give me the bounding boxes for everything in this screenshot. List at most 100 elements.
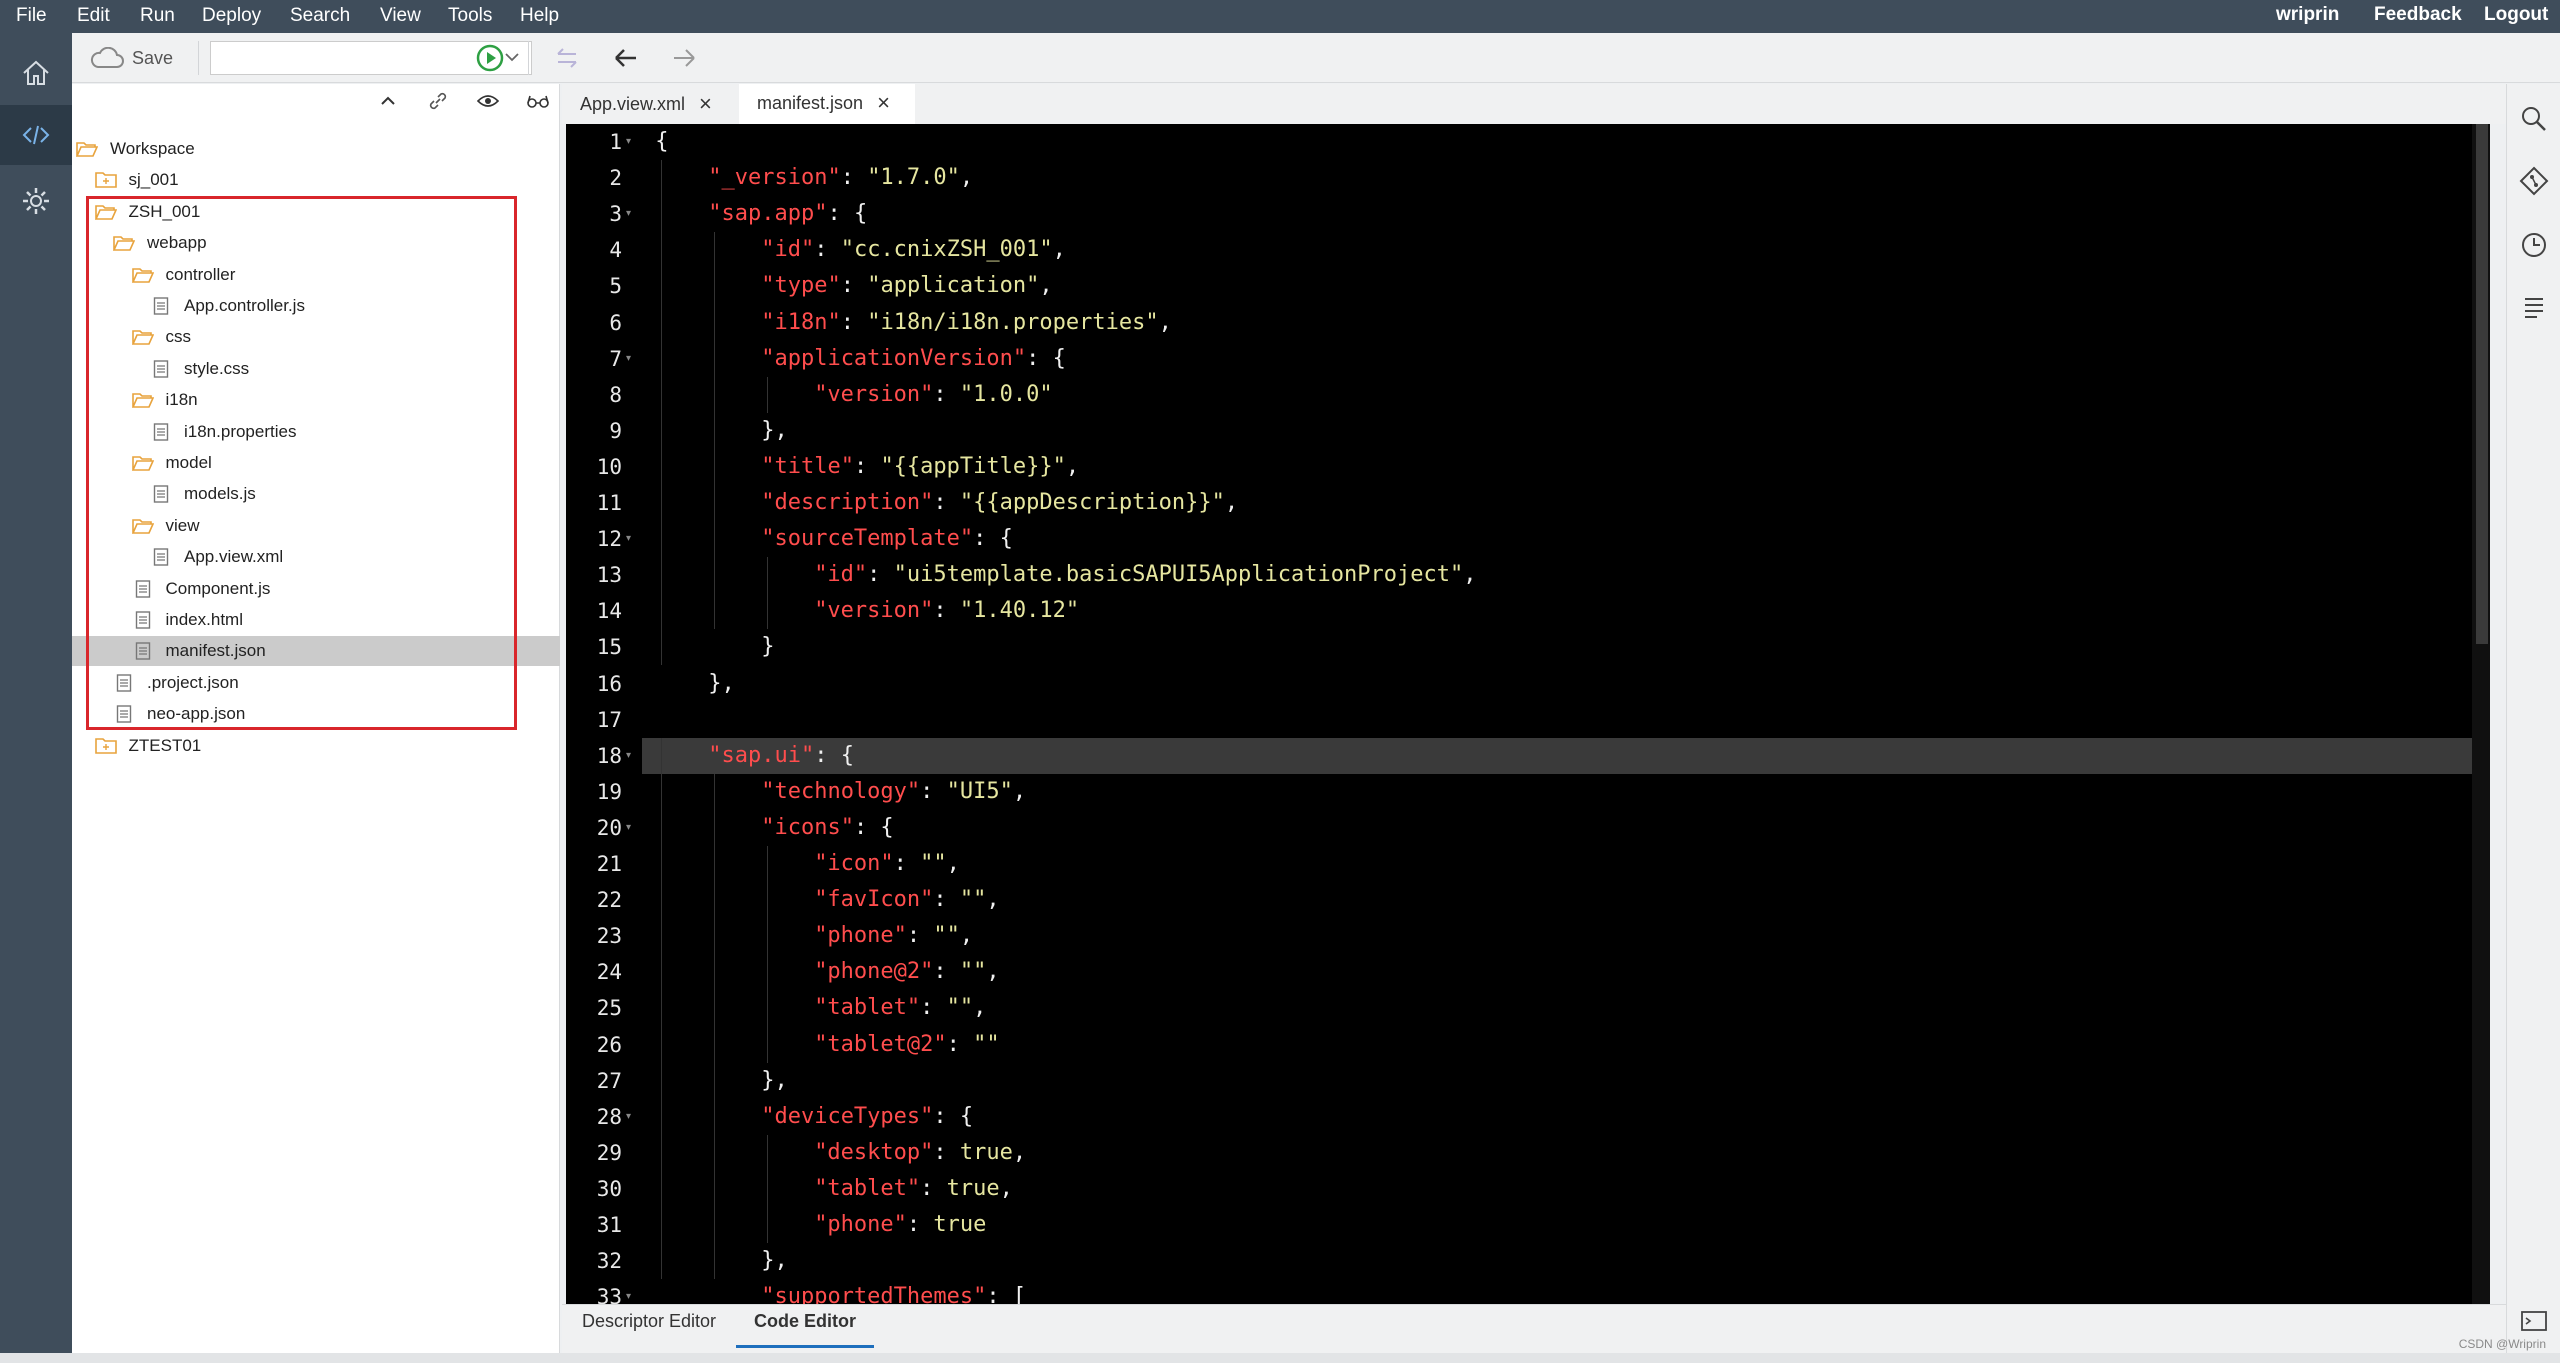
link-with-editor-button[interactable] — [425, 88, 451, 114]
fold-arrow-icon[interactable]: ▾ — [626, 533, 631, 544]
run-button[interactable] — [474, 42, 506, 74]
tree-item[interactable]: neo-app.json — [72, 699, 560, 729]
fold-arrow-icon[interactable]: ▾ — [626, 750, 631, 761]
code-line[interactable]: "title": "{{appTitle}}", — [642, 449, 2490, 485]
navigate-forward-button[interactable] — [668, 42, 700, 74]
code-line[interactable]: "i18n": "i18n/i18n.properties", — [642, 305, 2490, 341]
menu-view[interactable]: View — [380, 5, 421, 27]
console-button[interactable] — [2517, 1304, 2551, 1338]
tree-item[interactable]: Component.js — [72, 574, 560, 604]
tab-code-editor[interactable]: Code Editor — [754, 1311, 856, 1332]
fold-arrow-icon[interactable]: ▾ — [626, 353, 631, 364]
tree-item[interactable]: sj_001 — [72, 165, 560, 195]
user-name[interactable]: wriprin — [2276, 4, 2339, 26]
code-editor[interactable]: 1 ▾ 2 3 ▾ 4 5 6 7 ▾ 8 9 10 11 12 ▾ 13 14 15 16 17 18 ▾ 19 20 ▾ 21 2… — [566, 124, 2490, 1304]
preview-button[interactable] — [525, 88, 551, 114]
code-line[interactable]: "deviceTypes": { — [642, 1099, 2490, 1135]
tab-manifest-json[interactable]: manifest.json × — [739, 84, 915, 124]
code-line[interactable]: "type": "application", — [642, 268, 2490, 304]
tree-item[interactable]: App.view.xml — [72, 542, 560, 572]
home-button[interactable] — [0, 43, 72, 103]
tree-item[interactable]: i18n — [72, 385, 560, 415]
menu-search[interactable]: Search — [290, 5, 350, 27]
code-line[interactable]: "version": "1.0.0" — [642, 377, 2490, 413]
close-icon[interactable]: × — [877, 90, 890, 116]
code-line[interactable]: "tablet": "", — [642, 990, 2490, 1026]
fold-arrow-icon[interactable]: ▾ — [626, 136, 631, 147]
fold-arrow-icon[interactable]: ▾ — [626, 822, 631, 833]
code-line[interactable]: "description": "{{appDescription}}", — [642, 485, 2490, 521]
code-line[interactable]: } — [642, 629, 2490, 665]
logout-link[interactable]: Logout — [2484, 4, 2548, 26]
git-button[interactable] — [2517, 164, 2551, 198]
search-button[interactable] — [2517, 102, 2551, 136]
close-icon[interactable]: × — [699, 91, 712, 117]
code-line[interactable]: "sap.app": { — [642, 196, 2490, 232]
fold-arrow-icon[interactable]: ▾ — [626, 1111, 631, 1122]
tab-app-view-xml[interactable]: App.view.xml × — [562, 84, 722, 124]
tree-item[interactable]: controller — [72, 260, 560, 290]
collapse-all-button[interactable] — [375, 88, 401, 114]
code-line[interactable] — [642, 702, 2490, 738]
tree-item[interactable]: models.js — [72, 479, 560, 509]
feedback-link[interactable]: Feedback — [2374, 4, 2462, 26]
code-line[interactable]: "version": "1.40.12" — [642, 593, 2490, 629]
fold-arrow-icon[interactable]: ▾ — [626, 208, 631, 219]
code-line[interactable]: { — [642, 124, 2490, 160]
tree-item[interactable]: Workspace — [72, 134, 560, 164]
code-line[interactable]: }, — [642, 1243, 2490, 1279]
tree-item[interactable]: css — [72, 322, 560, 352]
code-line[interactable]: "phone": true — [642, 1207, 2490, 1243]
tree-item[interactable]: index.html — [72, 605, 560, 635]
code-line[interactable]: "desktop": true, — [642, 1135, 2490, 1171]
code-line[interactable]: "id": "ui5template.basicSAPUI5Applicatio… — [642, 557, 2490, 593]
tree-item[interactable]: i18n.properties — [72, 417, 560, 447]
code-line[interactable]: "sap.ui": { — [642, 737, 2490, 774]
tree-item[interactable]: manifest.json — [72, 636, 560, 667]
tab-descriptor-editor[interactable]: Descriptor Editor — [582, 1311, 716, 1332]
code-line[interactable]: }, — [642, 1063, 2490, 1099]
development-button[interactable] — [0, 105, 72, 165]
preferences-button[interactable] — [0, 171, 72, 231]
code-line[interactable]: "technology": "UI5", — [642, 774, 2490, 810]
scrollbar-thumb[interactable] — [2476, 124, 2488, 644]
code-line[interactable]: "supportedThemes": [ — [642, 1279, 2490, 1304]
outline-button[interactable] — [2517, 290, 2551, 324]
menu-deploy[interactable]: Deploy — [202, 5, 261, 27]
code-line[interactable]: "_version": "1.7.0", — [642, 160, 2490, 196]
navigate-back-button[interactable] — [610, 42, 642, 74]
code-line[interactable]: "id": "cc.cnixZSH_001", — [642, 232, 2490, 268]
menu-help[interactable]: Help — [520, 5, 559, 27]
menu-tools[interactable]: Tools — [448, 5, 492, 27]
tree-item[interactable]: .project.json — [72, 668, 560, 698]
fold-arrow-icon[interactable]: ▾ — [626, 1291, 631, 1302]
code-line[interactable]: "phone@2": "", — [642, 954, 2490, 990]
code-line[interactable]: "sourceTemplate": { — [642, 521, 2490, 557]
tree-item[interactable]: view — [72, 511, 560, 541]
right-tool-bar — [2506, 84, 2560, 1353]
tree-item[interactable]: style.css — [72, 354, 560, 384]
code-line[interactable]: "tablet": true, — [642, 1171, 2490, 1207]
menu-run[interactable]: Run — [140, 5, 175, 27]
history-button[interactable] — [2517, 228, 2551, 262]
menu-edit[interactable]: Edit — [77, 5, 110, 27]
tree-item[interactable]: webapp — [72, 228, 560, 258]
tree-item[interactable]: App.controller.js — [72, 291, 560, 321]
code-line[interactable]: "applicationVersion": { — [642, 341, 2490, 377]
code-line[interactable]: "phone": "", — [642, 918, 2490, 954]
tree-item[interactable]: ZTEST01 — [72, 731, 560, 761]
show-hidden-button[interactable] — [475, 88, 501, 114]
code-line[interactable]: }, — [642, 666, 2490, 702]
code-line[interactable]: "icon": "", — [642, 846, 2490, 882]
menu-file[interactable]: File — [16, 5, 47, 27]
tree-item[interactable]: model — [72, 448, 560, 478]
editor-scrollbar[interactable] — [2472, 124, 2490, 1304]
code-line[interactable]: "favIcon": "", — [642, 882, 2490, 918]
code-line[interactable]: "tablet@2": "" — [642, 1027, 2490, 1063]
link-editor-button[interactable] — [552, 42, 584, 74]
code-line[interactable]: }, — [642, 413, 2490, 449]
save-button[interactable]: Save — [90, 43, 173, 73]
code-line[interactable]: "icons": { — [642, 810, 2490, 846]
tree-item[interactable]: ZSH_001 — [72, 197, 560, 227]
